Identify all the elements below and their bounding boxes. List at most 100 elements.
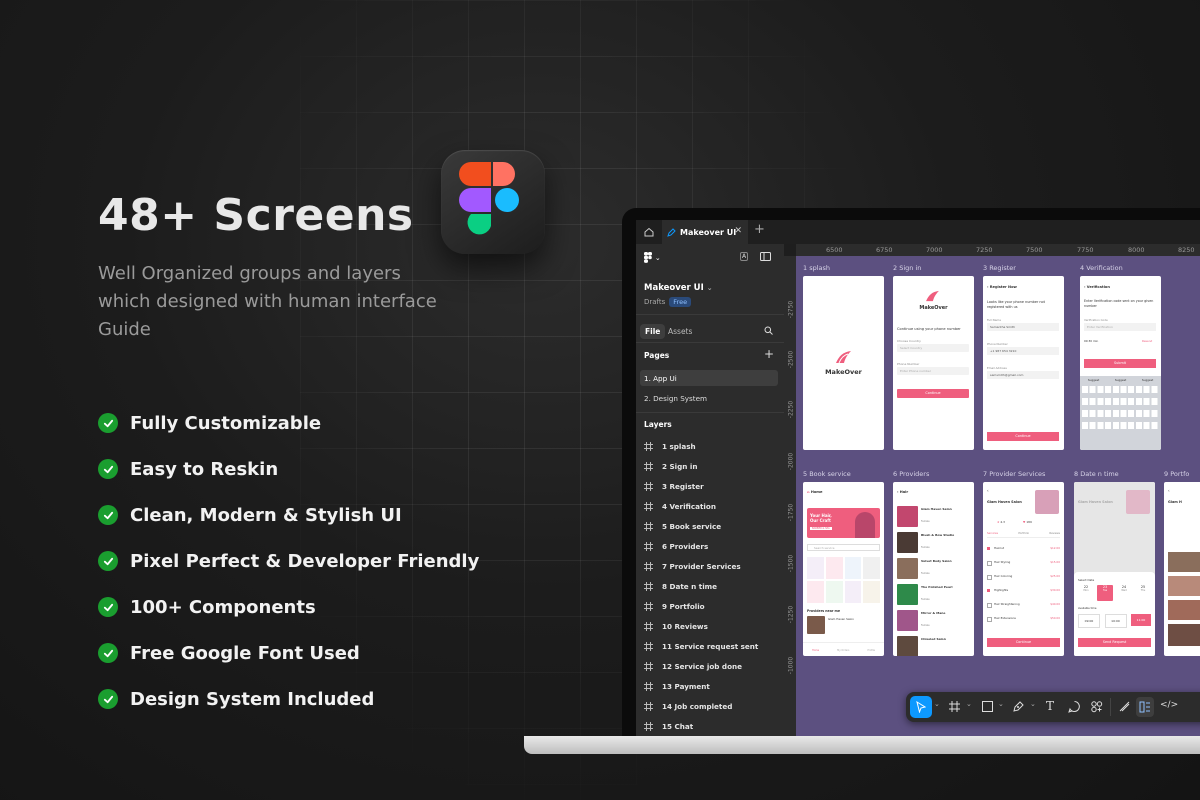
tab-portfolio[interactable]: Portfolio <box>1018 532 1029 535</box>
file-title[interactable]: Makeover UI ⌄ <box>644 283 713 293</box>
sidebar-toggle-icon[interactable] <box>760 252 771 263</box>
frame-label[interactable]: 3 Register <box>983 264 1016 272</box>
service-row[interactable]: Hair Styling $15.00 <box>987 558 1060 572</box>
dev-mode-icon[interactable]: </> <box>1160 700 1178 710</box>
provider-row[interactable]: Velvet Body Salon Female <box>897 558 970 584</box>
date-chip[interactable]: 22 Mon <box>1078 585 1094 601</box>
add-page-icon[interactable]: + <box>764 347 774 361</box>
layer-item[interactable]: 2 Sign in <box>644 456 698 476</box>
service-row[interactable]: Highlights $30.00 <box>987 586 1060 600</box>
email-input[interactable]: samsmith@gmail.com <box>987 371 1059 379</box>
screen-splash[interactable]: MakeOver <box>803 276 884 450</box>
tab-services[interactable]: Services <box>987 532 998 535</box>
actions-icon[interactable] <box>1090 700 1103 713</box>
frame-label[interactable]: 7 Provider Services <box>983 470 1045 478</box>
frame-label[interactable]: 1 splash <box>803 264 830 272</box>
service-search-input[interactable]: Search service <box>807 544 880 551</box>
layer-item[interactable]: 7 Provider Services <box>644 556 741 576</box>
service-row[interactable]: Hair Straightening $40.00 <box>987 600 1060 614</box>
screen-book-service[interactable]: ⌂ Home Your Hair, Our Craft BARBER & SPA… <box>803 482 884 656</box>
figma-menu-icon[interactable]: ⌄ <box>644 252 661 266</box>
code-input[interactable]: Enter Verification <box>1084 323 1156 331</box>
close-icon[interactable]: ✕ <box>734 226 742 236</box>
checkbox-checked[interactable] <box>987 589 990 592</box>
portfolio-photo[interactable] <box>1168 576 1200 596</box>
suggestion[interactable]: Suggest <box>1088 378 1099 382</box>
service-tile[interactable] <box>863 581 880 603</box>
checkbox[interactable] <box>987 603 992 608</box>
page-item-design-system[interactable]: 2. Design System <box>640 390 778 406</box>
tab-makeover-ui[interactable]: Makeover UI ✕ <box>662 220 748 244</box>
screen-date-time[interactable]: Glam Haven Salon Select Date 22 Mon 23 Tue… <box>1074 482 1155 656</box>
canvas[interactable]: 6500 6750 7000 7250 7500 7750 8000 8250 … <box>784 244 1200 738</box>
checkbox[interactable] <box>987 617 992 622</box>
tab-file[interactable]: File <box>640 324 666 339</box>
provider-row[interactable]: Glam Haven Salon Female <box>897 506 970 532</box>
comment-tool-icon[interactable] <box>1068 700 1081 713</box>
service-tile[interactable] <box>844 581 862 603</box>
layer-item[interactable]: 3 Register <box>644 476 704 496</box>
provider-row[interactable]: Blush & Bow Studio Female <box>897 532 970 558</box>
nav-home[interactable]: Home <box>812 649 819 652</box>
chevron-down-icon[interactable]: ⌄ <box>998 700 1004 708</box>
suggestion[interactable]: Suggest <box>1115 378 1126 382</box>
date-chip-selected[interactable]: 23 Tue <box>1097 585 1113 601</box>
home-icon[interactable] <box>640 223 658 241</box>
register-continue-button[interactable]: Continue <box>987 432 1059 441</box>
service-row[interactable]: Haircut $12.00 <box>987 544 1060 558</box>
service-tile[interactable] <box>825 557 843 579</box>
chevron-down-icon[interactable]: ⌄ <box>966 700 972 708</box>
screen-provider-services[interactable]: ‹ Glam Haven Salon ★ 4.3 ♥ 189 Services … <box>983 482 1064 656</box>
layer-item[interactable]: 10 Reviews <box>644 616 708 636</box>
promo-banner[interactable]: Your Hair, Our Craft BARBER & SPA <box>807 508 880 538</box>
keyboard-keys[interactable] <box>1082 386 1159 432</box>
time-chip-selected[interactable]: 11:00 <box>1131 614 1151 626</box>
date-chip[interactable]: 25 Thu <box>1135 585 1151 601</box>
service-tile[interactable] <box>863 557 880 579</box>
ai-icon[interactable]: A <box>740 252 749 261</box>
checkbox-checked[interactable] <box>987 547 990 550</box>
chevron-down-icon[interactable]: ⌄ <box>1030 700 1036 708</box>
layer-item[interactable]: 11 Service request sent <box>644 636 758 656</box>
search-icon[interactable] <box>764 326 773 337</box>
provider-row[interactable]: Chiseled Salon <box>897 636 970 656</box>
screen-register[interactable]: ‹ Register Now Looks like your phone num… <box>983 276 1064 450</box>
service-tile[interactable] <box>807 557 824 579</box>
screen-portfolio[interactable]: ‹ Glam H <box>1164 482 1200 656</box>
checkbox[interactable] <box>987 561 992 566</box>
new-tab-icon[interactable]: + <box>754 222 765 237</box>
screen-sign-in[interactable]: MakeOver Continue using your phone numbe… <box>893 276 974 450</box>
service-row[interactable]: Hair Extensions $50.00 <box>987 614 1060 628</box>
service-row[interactable]: Hair Coloring $25.00 <box>987 572 1060 586</box>
layer-item[interactable]: 6 Providers <box>644 536 708 556</box>
portfolio-photo[interactable] <box>1168 624 1200 646</box>
send-request-button[interactable]: Send Request <box>1078 638 1151 647</box>
design-mode-toggle[interactable] <box>1136 697 1154 717</box>
frame-tool-icon[interactable] <box>948 700 961 713</box>
layer-item[interactable]: 15 Chat <box>644 716 693 736</box>
frame-label[interactable]: 6 Providers <box>893 470 929 478</box>
banner-cta[interactable]: BARBER & SPA <box>810 527 832 530</box>
provider-thumb[interactable] <box>807 616 825 634</box>
frame-label[interactable]: 2 Sign in <box>893 264 921 272</box>
service-tile[interactable] <box>807 581 824 603</box>
signin-continue-button[interactable]: Continue <box>897 389 969 398</box>
verify-submit-button[interactable]: Submit <box>1084 359 1156 368</box>
tab-reviews[interactable]: Reviews <box>1049 532 1060 535</box>
frame-label[interactable]: 8 Date n time <box>1074 470 1119 478</box>
frame-label[interactable]: 4 Verification <box>1080 264 1123 272</box>
service-tile[interactable] <box>825 581 843 603</box>
suggestion[interactable]: Suggest <box>1142 378 1153 382</box>
portfolio-photo[interactable] <box>1168 552 1200 572</box>
date-chip[interactable]: 24 Wed <box>1116 585 1132 601</box>
screen-verification[interactable]: ‹ Verification Enter Verification code s… <box>1080 276 1161 450</box>
layer-item[interactable]: 9 Portfolio <box>644 596 705 616</box>
time-chip[interactable]: 09:00 <box>1078 614 1100 628</box>
keyboard[interactable]: Suggest Suggest Suggest <box>1080 376 1161 450</box>
ps-continue-button[interactable]: Continue <box>987 638 1060 647</box>
layer-item[interactable]: 12 Service job done <box>644 656 742 676</box>
nav-orders[interactable]: My Orders <box>837 649 849 652</box>
screen-providers[interactable]: ‹ Hair Glam Haven Salon Female Blush & Bo… <box>893 482 974 656</box>
layer-item[interactable]: 13 Payment <box>644 676 710 696</box>
name-input[interactable]: Samantha Smith <box>987 323 1059 331</box>
